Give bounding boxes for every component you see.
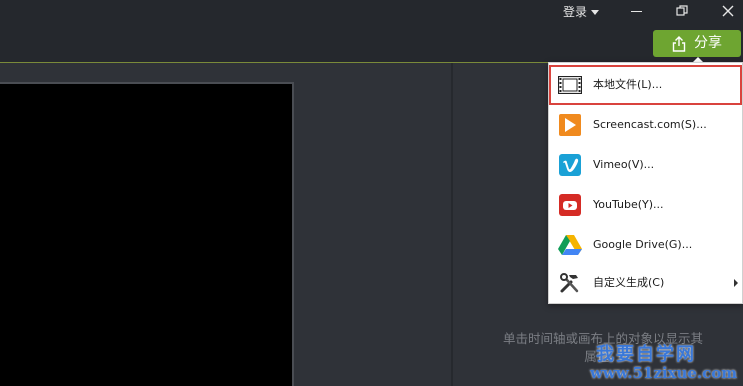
menu-item-label: YouTube(Y)... xyxy=(593,198,664,211)
minimize-button[interactable] xyxy=(626,2,646,20)
share-button[interactable]: 分享 xyxy=(653,30,741,57)
tools-icon xyxy=(558,271,582,295)
share-label: 分享 xyxy=(694,35,722,51)
youtube-icon xyxy=(558,193,582,217)
login-button[interactable]: 登录 xyxy=(563,4,600,20)
menu-item-vimeo[interactable]: Vimeo(V)... xyxy=(549,145,742,185)
restore-button[interactable] xyxy=(672,2,692,20)
google-drive-icon xyxy=(558,233,582,257)
menu-item-local-file[interactable]: 本地文件(L)... xyxy=(549,65,742,105)
film-icon xyxy=(558,73,582,97)
chevron-down-icon xyxy=(591,10,600,15)
title-bar: 登录 分享 xyxy=(0,0,743,63)
menu-item-screencast[interactable]: Screencast.com(S)... xyxy=(549,105,742,145)
close-button[interactable] xyxy=(718,2,738,20)
menu-item-label: Google Drive(G)... xyxy=(593,238,693,251)
menu-item-youtube[interactable]: YouTube(Y)... xyxy=(549,185,742,225)
close-icon xyxy=(722,5,734,17)
vimeo-icon xyxy=(558,153,582,177)
minimize-icon xyxy=(630,10,642,12)
screencast-icon xyxy=(558,113,582,137)
submenu-arrow-icon xyxy=(734,279,738,287)
menu-item-label: 本地文件(L)... xyxy=(593,78,663,91)
menu-item-label: 自定义生成(C) xyxy=(593,276,665,289)
share-menu: 本地文件(L)... Screencast.com(S)... Vimeo(V)… xyxy=(548,62,743,304)
properties-hint: 单击时间轴或画布上的对象以显示其属性。 xyxy=(502,331,703,364)
menu-item-custom-production[interactable]: 自定义生成(C) xyxy=(549,263,742,303)
menu-item-label: Screencast.com(S)... xyxy=(593,118,707,131)
menu-item-label: Vimeo(V)... xyxy=(593,158,655,171)
restore-icon xyxy=(676,5,688,16)
preview-canvas[interactable] xyxy=(0,82,294,386)
share-icon xyxy=(672,35,686,52)
app-window: 登录 分享 单击时间轴或画布上的对象以显示其属性。 本地文件(L)... Scr… xyxy=(0,0,743,386)
menu-item-google-drive[interactable]: Google Drive(G)... xyxy=(549,225,742,265)
login-label: 登录 xyxy=(563,5,588,19)
